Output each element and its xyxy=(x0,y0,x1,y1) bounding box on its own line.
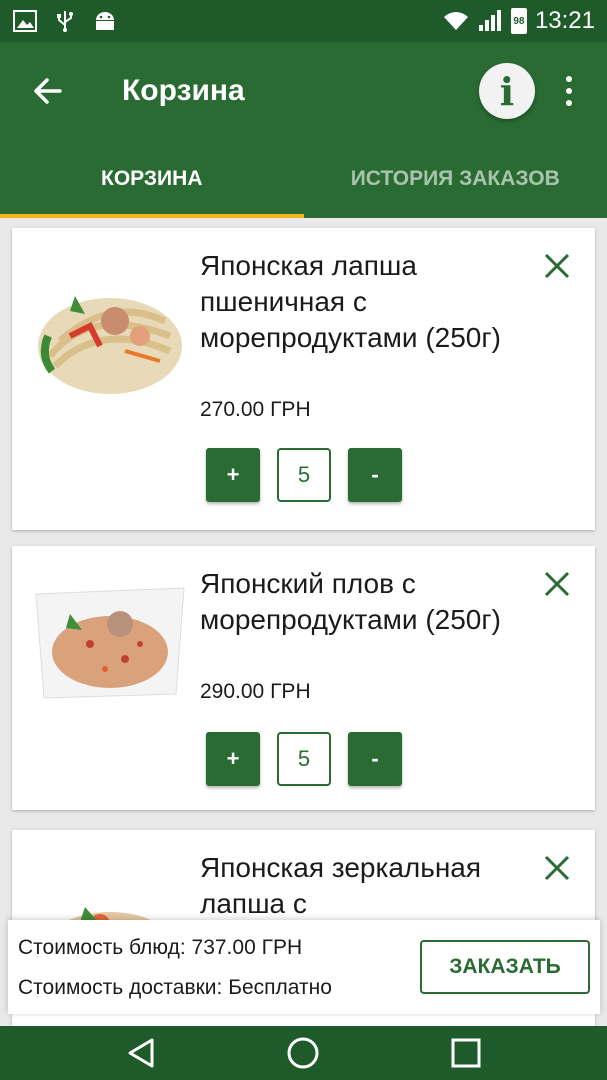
home-circle-icon xyxy=(287,1037,319,1069)
arrow-left-icon xyxy=(34,78,62,104)
order-summary: Стоимость блюд: 737.00 ГРН Стоимость дос… xyxy=(8,920,600,1014)
battery-level: 98 xyxy=(513,15,525,27)
close-icon xyxy=(544,571,570,597)
back-button[interactable] xyxy=(18,61,78,121)
usb-icon xyxy=(57,11,73,32)
cart-item: Японский плов с морепродуктами (250г) 29… xyxy=(12,546,595,810)
quantity-stepper: + 5 - xyxy=(206,732,402,786)
wifi-icon xyxy=(443,12,468,30)
increase-button[interactable]: + xyxy=(206,448,260,502)
remove-item-button[interactable] xyxy=(537,564,577,604)
dishes-cost: Стоимость блюд: 737.00 ГРН xyxy=(18,936,303,959)
item-price: 290.00 ГРН xyxy=(200,680,311,703)
cart-list: Японская лапша пшеничная с морепродуктам… xyxy=(0,218,607,1026)
nav-home-button[interactable] xyxy=(278,1033,328,1073)
remove-item-button[interactable] xyxy=(537,848,577,888)
page-title: Корзина xyxy=(122,74,245,107)
clock: 13:21 xyxy=(534,7,595,34)
image-icon xyxy=(13,10,37,32)
quantity-value: 5 xyxy=(277,732,331,786)
app-bar: Корзина i xyxy=(0,42,607,140)
increase-button[interactable]: + xyxy=(206,732,260,786)
order-button[interactable]: ЗАКАЗАТЬ xyxy=(420,940,590,994)
status-bar: 98 13:21 xyxy=(0,0,607,42)
back-triangle-icon xyxy=(128,1038,154,1068)
decrease-button[interactable]: - xyxy=(348,448,402,502)
more-vert-icon[interactable] xyxy=(549,61,589,121)
signal-icon xyxy=(478,10,501,31)
info-button[interactable]: i xyxy=(479,63,535,119)
tab-cart[interactable]: КОРЗИНА xyxy=(0,140,304,218)
item-name: Японский плов с морепродуктами (250г) xyxy=(200,568,501,635)
quantity-value: 5 xyxy=(277,448,331,502)
decrease-button[interactable]: - xyxy=(348,732,402,786)
dish-image xyxy=(35,587,185,699)
tab-order-history[interactable]: ИСТОРИЯ ЗАКАЗОВ xyxy=(304,140,607,218)
item-name: Японская зеркальная лапша с xyxy=(200,852,482,919)
close-icon xyxy=(544,253,570,279)
item-price: 270.00 ГРН xyxy=(200,398,311,421)
close-icon xyxy=(544,855,570,881)
quantity-stepper: + 5 - xyxy=(206,448,402,502)
tab-bar: КОРЗИНА ИСТОРИЯ ЗАКАЗОВ xyxy=(0,140,607,218)
battery-icon: 98 xyxy=(510,8,527,34)
nav-back-button[interactable] xyxy=(116,1033,166,1073)
android-icon xyxy=(96,12,114,30)
delivery-cost: Стоимость доставки: Бесплатно xyxy=(18,976,332,999)
system-nav-bar xyxy=(0,1026,607,1080)
info-icon: i xyxy=(499,68,515,114)
nav-recents-button[interactable] xyxy=(441,1033,491,1073)
cart-item: Японская лапша пшеничная с морепродуктам… xyxy=(12,228,595,530)
dish-image xyxy=(38,296,182,394)
recents-square-icon xyxy=(451,1038,481,1068)
remove-item-button[interactable] xyxy=(537,246,577,286)
item-name: Японская лапша пшеничная с морепродуктам… xyxy=(200,250,501,353)
